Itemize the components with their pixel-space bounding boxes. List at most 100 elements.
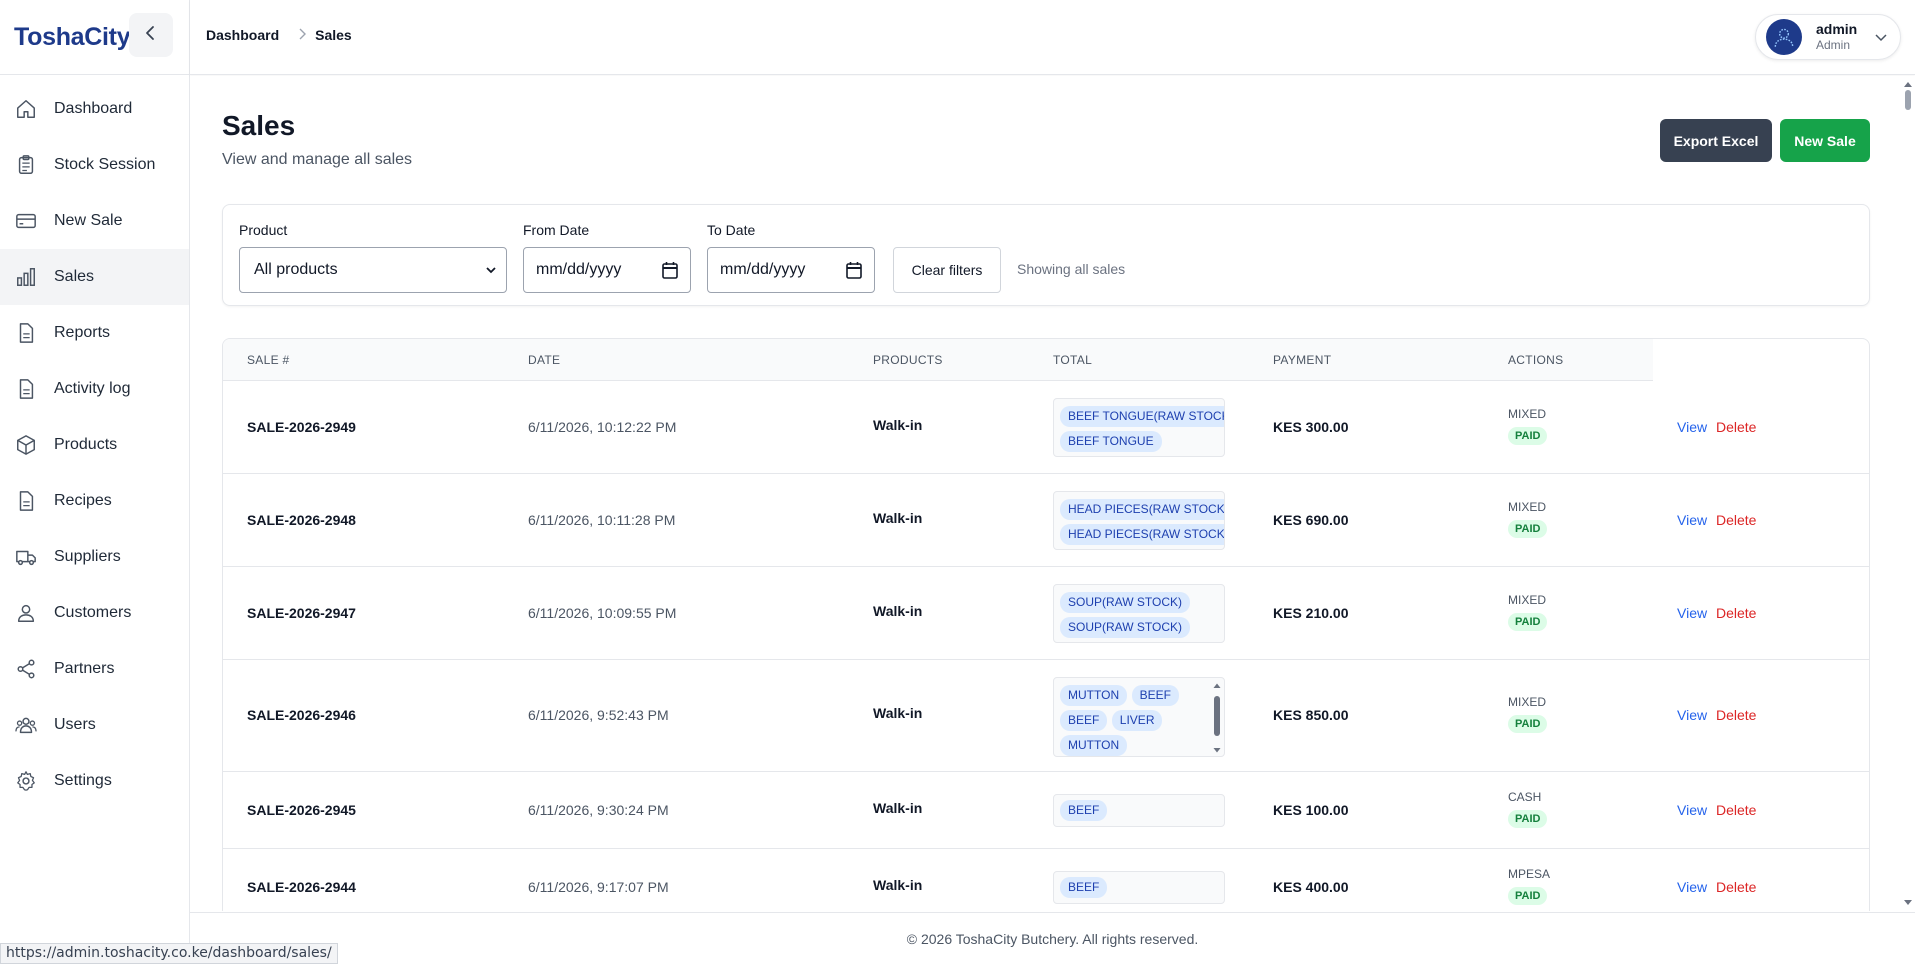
footer: © 2026 ToshaCity Butchery. All rights re… (190, 912, 1915, 964)
chevron-down-icon (484, 262, 498, 283)
column-header: PAYMENT (1273, 353, 1332, 367)
from-date-input[interactable]: mm/dd/yyyy (523, 247, 691, 293)
payment-method: MIXED (1508, 593, 1547, 607)
sale-customer: Walk-in (873, 877, 923, 893)
sidebar-item-users[interactable]: Users (0, 697, 189, 753)
products-scrollbar[interactable] (1212, 682, 1222, 753)
table-row: SALE-2026-2949 6/11/2026, 10:12:22 PM Wa… (223, 381, 1869, 474)
sidebar-item-activity-log[interactable]: Activity log (0, 361, 189, 417)
products-list: BEEF TONGUE(RAW STOCK) BEEF TONGUE (1053, 398, 1225, 457)
sidebar-item-dashboard[interactable]: Dashboard (0, 81, 189, 137)
breadcrumb-dashboard[interactable]: Dashboard (206, 27, 279, 43)
sidebar-nav: Dashboard Stock Session New Sale Sales R… (0, 81, 189, 809)
delete-button[interactable]: Delete (1716, 512, 1756, 528)
column-header: ACTIONS (1508, 353, 1564, 367)
product-select[interactable]: All products (239, 247, 507, 293)
sidebar-item-label: Sales (54, 268, 95, 285)
sale-total: KES 690.00 (1273, 512, 1349, 528)
product-tag: LIVER (1111, 710, 1163, 731)
status-bar-url: https://admin.toshacity.co.ke/dashboard/… (0, 943, 338, 964)
scrollbar-thumb[interactable] (1905, 90, 1911, 110)
truck-icon (14, 545, 38, 569)
column-header: SALE # (247, 353, 290, 367)
table-row: SALE-2026-2946 6/11/2026, 9:52:43 PM Wal… (223, 660, 1869, 772)
cube-icon (14, 433, 38, 457)
product-tag: BEEF TONGUE (1060, 431, 1162, 452)
delete-button[interactable]: Delete (1716, 419, 1756, 435)
sidebar-item-partners[interactable]: Partners (0, 641, 189, 697)
table-row: SALE-2026-2944 6/11/2026, 9:17:07 PM Wal… (223, 849, 1869, 911)
delete-button[interactable]: Delete (1716, 605, 1756, 621)
new-sale-button[interactable]: New Sale (1780, 119, 1870, 162)
product-tag: MUTTON (1060, 685, 1128, 706)
payment-method: CASH (1508, 790, 1542, 804)
calendar-icon[interactable] (662, 261, 678, 284)
view-button[interactable]: View (1677, 605, 1707, 621)
calendar-icon[interactable] (846, 261, 862, 284)
from-date-label: From Date (523, 222, 590, 238)
sidebar-item-label: Partners (54, 660, 115, 677)
sidebar-item-label: Suppliers (54, 548, 121, 565)
sidebar-item-sales[interactable]: Sales (0, 249, 189, 305)
product-tag: MUTTON (1060, 735, 1128, 756)
user-name: admin (1816, 21, 1858, 37)
sidebar-item-label: Settings (54, 772, 112, 789)
brand-logo[interactable]: ToshaCity (14, 23, 131, 52)
status-badge: PAID (1508, 520, 1548, 538)
sale-total: KES 850.00 (1273, 707, 1349, 723)
sidebar-item-label: Stock Session (54, 156, 156, 173)
to-date-value: mm/dd/yyyy (720, 261, 806, 278)
breadcrumb-sales: Sales (315, 27, 352, 43)
sale-customer: Walk-in (873, 510, 923, 526)
page-scrollbar[interactable] (1901, 76, 1915, 911)
delete-button[interactable]: Delete (1716, 879, 1756, 895)
view-button[interactable]: View (1677, 512, 1707, 528)
chevron-left-icon (143, 25, 159, 46)
sale-customer: Walk-in (873, 705, 923, 721)
sidebar-item-new-sale[interactable]: New Sale (0, 193, 189, 249)
from-date-value: mm/dd/yyyy (536, 261, 622, 278)
clipboard-icon (14, 153, 38, 177)
delete-button[interactable]: Delete (1716, 802, 1756, 818)
sale-number: SALE-2026-2948 (247, 512, 356, 528)
view-button[interactable]: View (1677, 879, 1707, 895)
product-tag: BEEF TONGUE(RAW STOCK) (1060, 406, 1224, 427)
sales-table: SALE # DATE PRODUCTS TOTAL PAYMENT ACTIO… (222, 338, 1870, 911)
clear-filters-button[interactable]: Clear filters (893, 247, 1001, 293)
sidebar-item-settings[interactable]: Settings (0, 753, 189, 809)
user-icon (14, 601, 38, 625)
page-subtitle: View and manage all sales (222, 151, 413, 168)
sidebar-item-stock-session[interactable]: Stock Session (0, 137, 189, 193)
chevron-right-icon (297, 27, 307, 43)
main-content: Sales View and manage all sales Export E… (190, 76, 1901, 911)
product-filter-label: Product (239, 222, 288, 238)
table-row: SALE-2026-2948 6/11/2026, 10:11:28 PM Wa… (223, 474, 1869, 567)
payment-method: MIXED (1508, 407, 1547, 421)
sidebar-item-recipes[interactable]: Recipes (0, 473, 189, 529)
view-button[interactable]: View (1677, 707, 1707, 723)
sidebar-item-reports[interactable]: Reports (0, 305, 189, 361)
sidebar-item-suppliers[interactable]: Suppliers (0, 529, 189, 585)
sale-date: 6/11/2026, 9:17:07 PM (528, 879, 669, 895)
share-icon (14, 657, 38, 681)
view-button[interactable]: View (1677, 419, 1707, 435)
view-button[interactable]: View (1677, 802, 1707, 818)
sale-total: KES 100.00 (1273, 802, 1349, 818)
collapse-sidebar-button[interactable] (129, 13, 173, 57)
delete-button[interactable]: Delete (1716, 707, 1756, 723)
sale-total: KES 400.00 (1273, 879, 1349, 895)
page-title: Sales (222, 110, 296, 141)
user-menu[interactable]: admin Admin (1755, 14, 1901, 60)
sale-number: SALE-2026-2944 (247, 879, 356, 895)
to-date-label: To Date (707, 222, 756, 238)
sidebar-item-label: Recipes (54, 492, 112, 509)
product-tag: SOUP(RAW STOCK) (1060, 617, 1191, 638)
chevron-down-icon (1874, 30, 1888, 49)
export-excel-button[interactable]: Export Excel (1660, 119, 1772, 162)
sidebar-item-customers[interactable]: Customers (0, 585, 189, 641)
sidebar-item-products[interactable]: Products (0, 417, 189, 473)
sidebar-item-label: Dashboard (54, 100, 133, 117)
to-date-input[interactable]: mm/dd/yyyy (707, 247, 875, 293)
products-list[interactable]: MUTTON BEEF BEEF LIVER MUTTON (1053, 677, 1225, 757)
products-list: BEEF (1053, 871, 1225, 904)
